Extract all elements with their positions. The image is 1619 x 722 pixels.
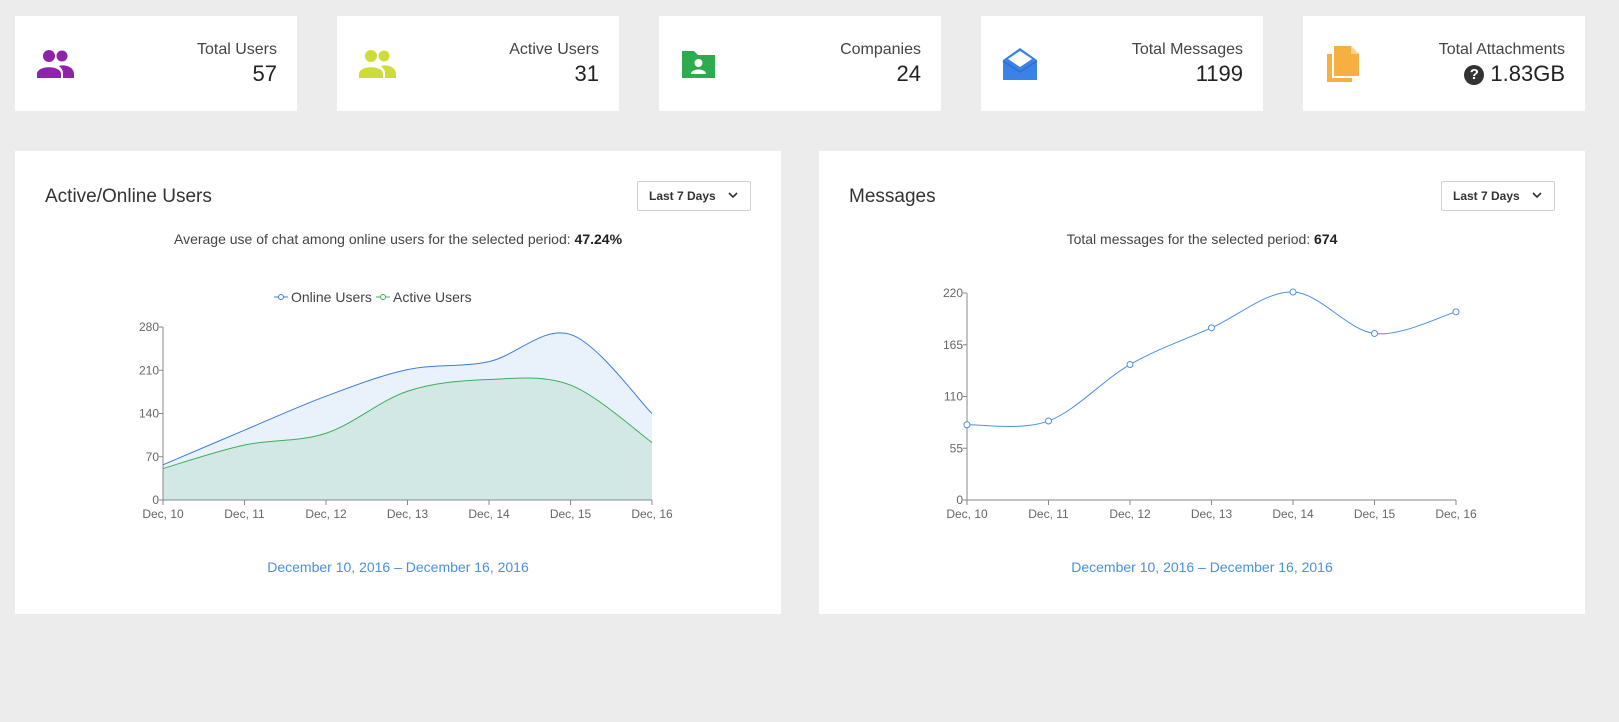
legend-online-dot	[278, 294, 284, 300]
x-tick-label: Dec, 14	[1272, 507, 1314, 521]
messages-point	[1289, 288, 1297, 296]
x-tick-label: Dec, 11	[224, 507, 265, 521]
y-tick-label: 110	[944, 390, 963, 404]
stat-value: 1199	[1195, 61, 1243, 86]
x-tick-label: Dec, 11	[1028, 507, 1069, 521]
messages-point	[1045, 417, 1052, 425]
x-tick-label: Dec, 13	[387, 507, 429, 521]
x-tick-label: Dec, 16	[1435, 507, 1477, 521]
stat-value: ? 1.83GB	[1439, 60, 1565, 88]
stat-value: 57	[252, 61, 277, 86]
messages-panel: Messages Last 7 Days Total messages for …	[819, 151, 1585, 614]
x-tick-label: Dec, 15	[1354, 507, 1396, 521]
y-tick-label: 220	[943, 286, 963, 300]
chart-legend: Online Users Active Users	[274, 289, 472, 305]
x-tick-label: Dec, 12	[305, 507, 347, 521]
x-tick-label: Dec, 14	[468, 507, 510, 521]
stat-card-total-users: Total Users 57	[15, 16, 297, 111]
attachments-size: 1.83GB	[1490, 61, 1565, 86]
y-tick-label: 55	[950, 441, 964, 455]
date-range-link[interactable]: December 10, 2016 – December 16, 2016	[15, 559, 781, 575]
stat-label: Total Attachments	[1438, 41, 1565, 58]
x-tick-label: Dec, 10	[946, 507, 988, 521]
x-tick-label: Dec, 15	[550, 507, 592, 521]
envelope-open-icon	[1002, 48, 1038, 80]
stat-card-total-messages: Total Messages 1199	[981, 16, 1263, 111]
stat-label: Active Users	[509, 41, 599, 58]
y-tick-label: 280	[139, 320, 159, 334]
y-tick-label: 210	[139, 363, 159, 377]
messages-point	[1126, 361, 1134, 369]
stat-label: Total Users	[196, 41, 277, 58]
active-online-users-chart: 0 70 140 210 280 Dec, 10 Dec, 11 Dec, 12 Dec, 13…	[139, 289, 673, 521]
folder-user-icon	[682, 51, 715, 78]
y-tick-label: 140	[139, 407, 159, 421]
files-icon	[1327, 46, 1359, 82]
stat-value: 31	[574, 61, 599, 86]
y-tick-label: 70	[146, 450, 160, 464]
messages-point	[1371, 329, 1378, 337]
messages-chart: 0 55 110 165 220 Dec, 10 Dec, 11 Dec, 12 Dec, 13…	[943, 286, 1477, 521]
stat-label: Total Messages	[1131, 41, 1243, 58]
stat-value: 24	[896, 61, 921, 86]
messages-point	[963, 421, 971, 429]
messages-line	[966, 291, 1457, 427]
x-tick-label: Dec, 10	[142, 507, 184, 521]
stat-card-active-users: Active Users 31	[337, 16, 619, 111]
y-tick-label: 0	[152, 493, 159, 507]
legend-active-dot	[380, 294, 386, 300]
stat-label: Companies	[840, 41, 921, 58]
stat-card-companies: Companies 24	[659, 16, 941, 111]
active-online-users-panel: Active/Online Users Last 7 Days Average …	[15, 151, 781, 614]
users-icon	[37, 50, 74, 78]
x-tick-label: Dec, 13	[1191, 507, 1233, 521]
messages-point	[1452, 308, 1460, 316]
legend-online-label: Online Users	[291, 289, 372, 305]
date-range-link[interactable]: December 10, 2016 – December 16, 2016	[819, 559, 1585, 575]
y-tick-label: 0	[956, 493, 963, 507]
x-tick-label: Dec, 12	[1109, 507, 1151, 521]
help-icon[interactable]: ?	[1464, 65, 1485, 85]
legend-active-label: Active Users	[393, 289, 472, 305]
stat-card-total-attachments: Total Attachments ? 1.83GB	[1303, 16, 1585, 111]
x-tick-label: Dec, 16	[631, 507, 673, 521]
messages-point	[1208, 324, 1215, 332]
users-icon	[359, 50, 396, 78]
y-tick-label: 165	[943, 338, 963, 352]
